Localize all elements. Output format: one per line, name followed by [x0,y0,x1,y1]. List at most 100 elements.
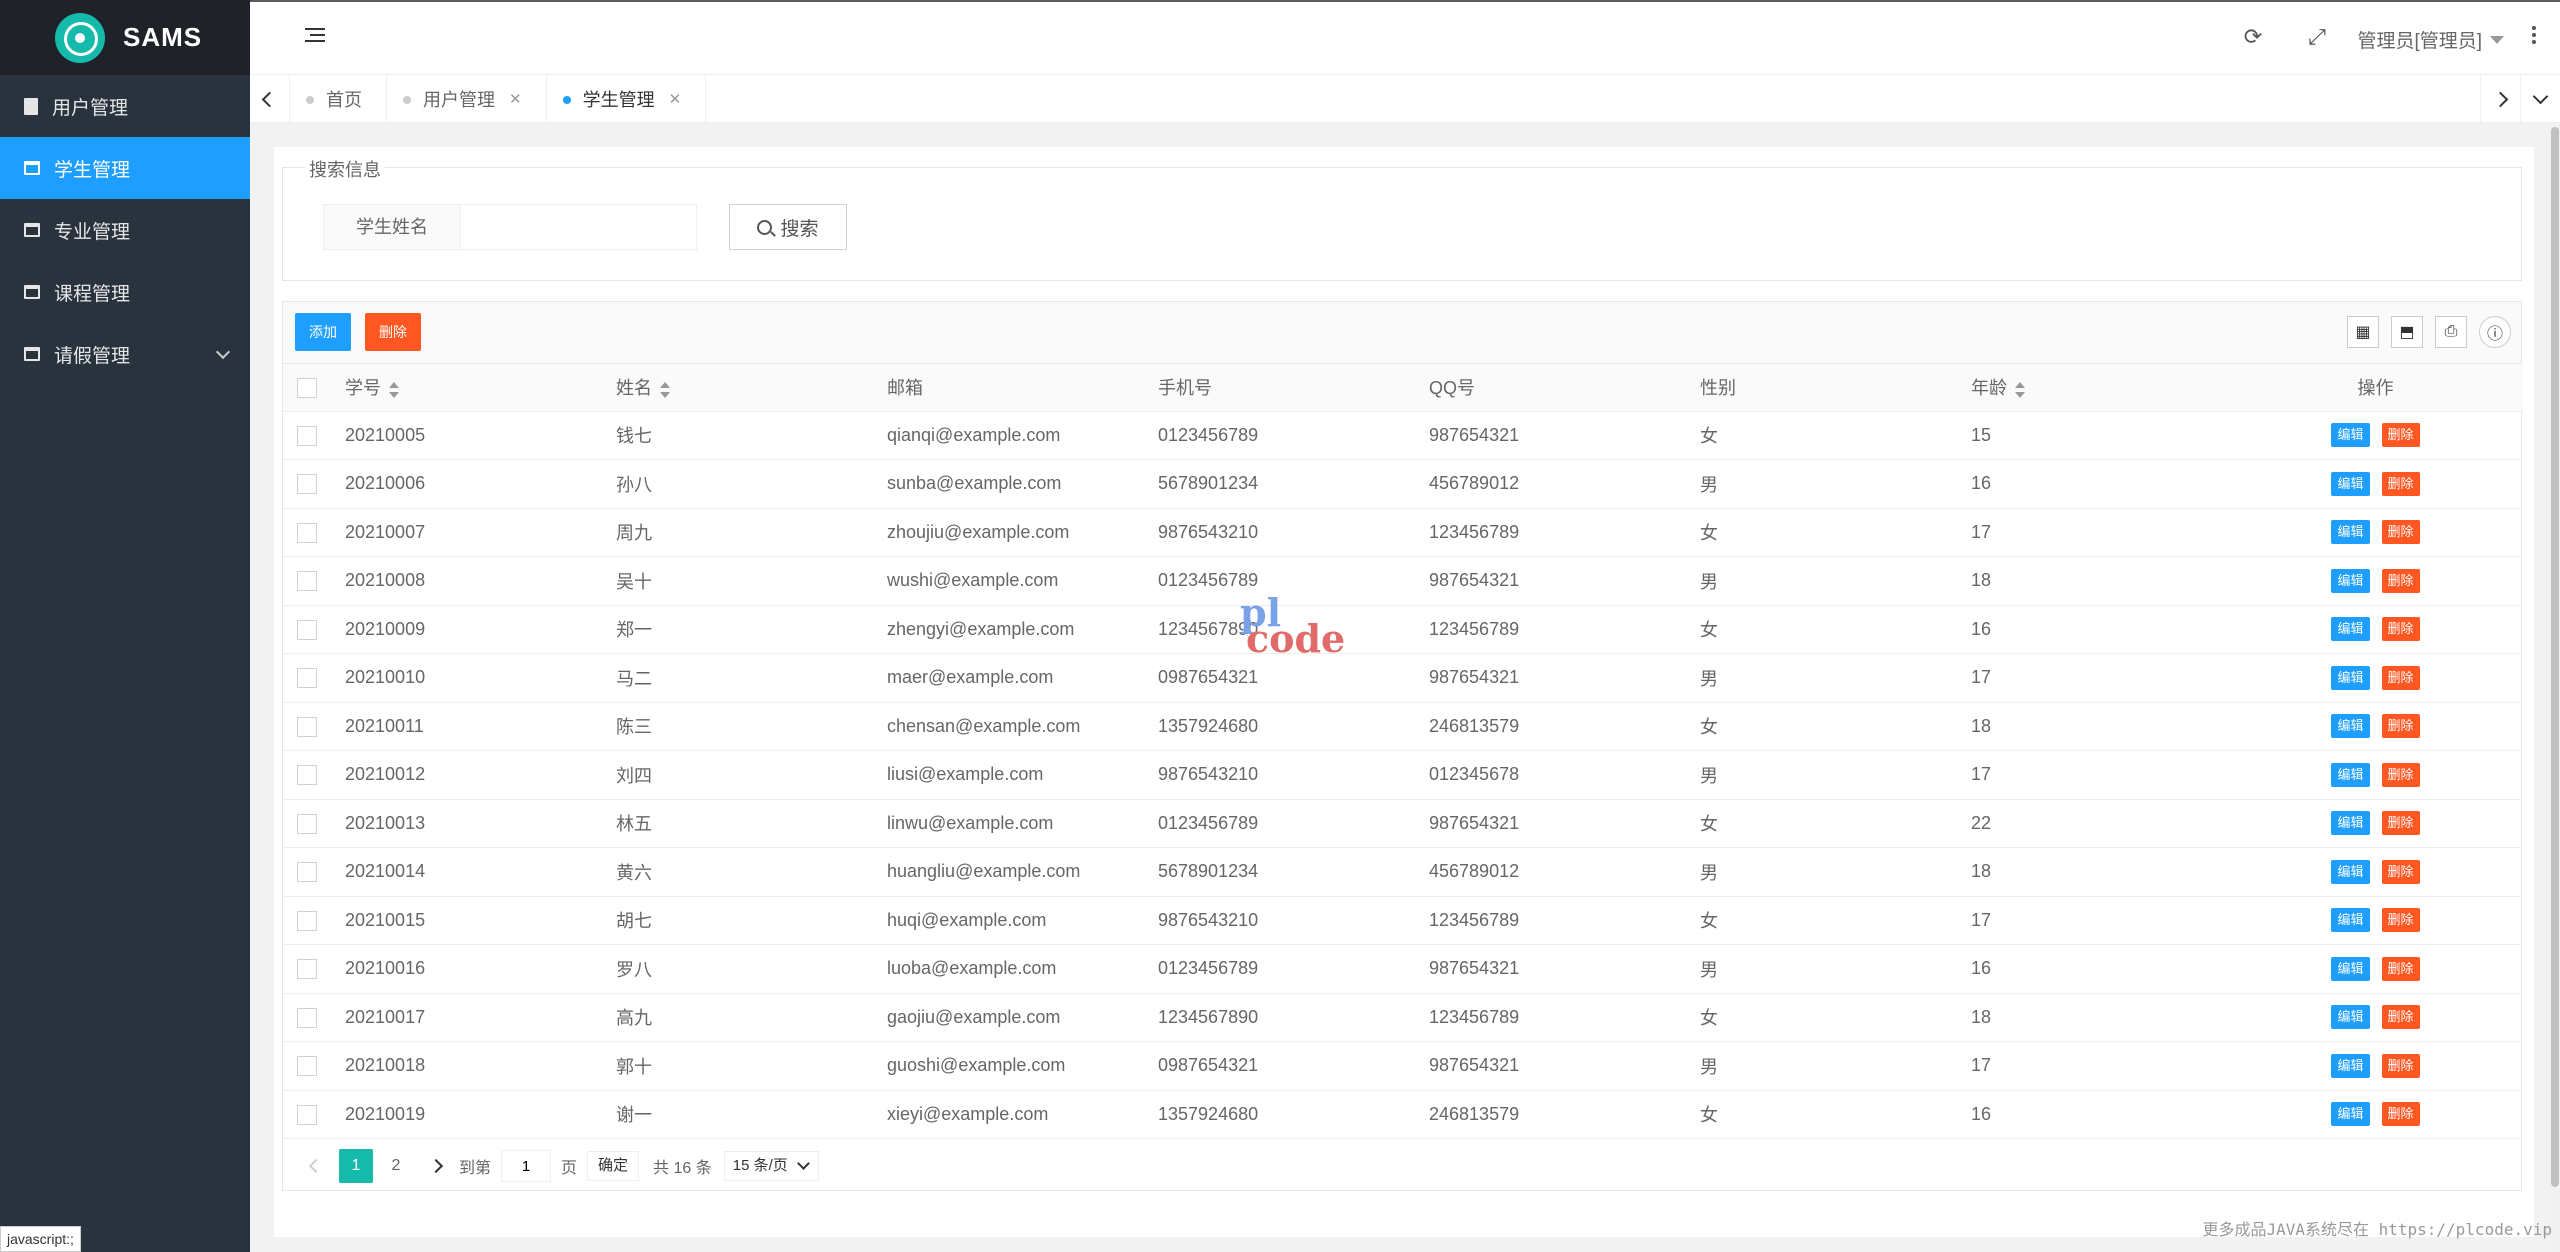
edit-button[interactable]: 编辑 [2331,665,2370,690]
delete-button[interactable]: 删除 [2381,859,2420,884]
cell-email: linwu@example.com [873,799,1144,848]
column-header-id[interactable]: 学号 [331,364,602,412]
row-checkbox[interactable] [297,522,317,543]
page-scrollbar[interactable] [2550,123,2560,1252]
sort-icon[interactable] [2015,381,2025,398]
refresh-icon[interactable]: ⟳ [2242,26,2264,48]
tab-scroll-right[interactable] [2480,75,2520,123]
user-menu[interactable]: 管理员[管理员] [2357,26,2504,53]
cell-name: 胡七 [602,896,873,945]
delete-button[interactable]: 删除 [2381,908,2420,933]
edit-button[interactable]: 编辑 [2331,1053,2370,1078]
page-2-button[interactable]: 2 [379,1149,413,1183]
page-number-input[interactable] [501,1150,552,1182]
edit-button[interactable]: 编辑 [2331,617,2370,642]
menu-toggle-icon[interactable] [305,28,325,46]
tab-users[interactable]: 用户管理 ✕ [387,75,547,123]
row-checkbox[interactable] [297,1056,317,1077]
scrollbar-thumb[interactable] [2551,127,2559,1187]
delete-button[interactable]: 删除 [2381,762,2420,787]
sidebar-item-majors[interactable]: 专业管理 [0,199,250,261]
delete-button[interactable]: 删除 [2381,1005,2420,1030]
columns-filter-icon[interactable]: ▦ [2347,316,2379,348]
batch-delete-button[interactable]: 删除 [365,313,421,351]
edit-button[interactable]: 编辑 [2331,956,2370,981]
delete-button[interactable]: 删除 [2381,617,2420,642]
sort-icon[interactable] [660,381,670,398]
export-icon[interactable]: ⬒ [2391,316,2423,348]
more-vertical-icon[interactable] [2532,26,2538,46]
select-all-checkbox[interactable] [297,377,317,398]
row-checkbox[interactable] [297,862,317,883]
close-icon[interactable]: ✕ [669,90,682,108]
delete-button[interactable]: 删除 [2381,1053,2420,1078]
delete-button[interactable]: 删除 [2381,471,2420,496]
sidebar-item-users[interactable]: 用户管理 [0,75,250,137]
row-checkbox[interactable] [297,910,317,931]
column-header-name[interactable]: 姓名 [602,364,873,412]
sidebar-item-label: 请假管理 [54,345,131,367]
fullscreen-icon[interactable]: ⤢ [2306,26,2328,48]
row-checkbox[interactable] [297,571,317,592]
edit-button[interactable]: 编辑 [2331,762,2370,787]
sort-icon[interactable] [389,381,399,398]
student-name-input[interactable] [461,204,697,250]
delete-button[interactable]: 删除 [2381,956,2420,981]
delete-button[interactable]: 删除 [2381,714,2420,739]
edit-button[interactable]: 编辑 [2331,908,2370,933]
sidebar-item-leave[interactable]: 请假管理 [0,323,250,385]
print-icon[interactable]: ⎙ [2435,316,2467,348]
column-header-age[interactable]: 年龄 [1957,364,2228,412]
sidebar-item-courses[interactable]: 课程管理 [0,261,250,323]
row-checkbox[interactable] [297,474,317,495]
delete-button[interactable]: 删除 [2381,568,2420,593]
info-icon[interactable]: ⓘ [2479,316,2511,348]
delete-button[interactable]: 删除 [2381,665,2420,690]
sidebar-item-students[interactable]: 学生管理 [0,137,250,199]
row-checkbox[interactable] [297,425,317,446]
chevron-right-icon [428,1158,444,1174]
edit-button[interactable]: 编辑 [2331,568,2370,593]
delete-button[interactable]: 删除 [2381,423,2420,448]
tab-students[interactable]: 学生管理 ✕ [547,75,707,123]
edit-button[interactable]: 编辑 [2331,1005,2370,1030]
tab-home[interactable]: 首页 [290,75,387,123]
next-page-button[interactable] [419,1149,453,1183]
row-checkbox[interactable] [297,619,317,640]
row-checkbox[interactable] [297,959,317,980]
close-icon[interactable]: ✕ [509,90,522,108]
edit-button[interactable]: 编辑 [2331,1102,2370,1127]
edit-button[interactable]: 编辑 [2331,520,2370,545]
search-button[interactable]: 搜索 [729,204,847,250]
edit-button[interactable]: 编辑 [2331,423,2370,448]
cell-email: zhengyi@example.com [873,605,1144,654]
search-panel: 搜索信息 学生姓名 搜索 [282,156,2522,281]
tab-scroll-left[interactable] [250,75,290,123]
delete-button[interactable]: 删除 [2381,811,2420,836]
delete-button[interactable]: 删除 [2381,1102,2420,1127]
row-checkbox[interactable] [297,765,317,786]
page-1-button[interactable]: 1 [339,1149,373,1183]
page-confirm-button[interactable]: 确定 [587,1151,640,1181]
page-size-select[interactable]: 15 条/页 [723,1151,819,1181]
cell-student-id: 20210013 [331,799,602,848]
row-checkbox[interactable] [297,1104,317,1125]
cell-actions: 编辑 删除 [2228,508,2523,557]
row-checkbox[interactable] [297,716,317,737]
logo[interactable]: SAMS [0,0,250,75]
row-checkbox[interactable] [297,813,317,834]
row-checkbox[interactable] [297,1007,317,1028]
prev-page-button[interactable] [299,1149,333,1183]
delete-button[interactable]: 删除 [2381,520,2420,545]
tab-label: 用户管理 [423,90,495,110]
edit-button[interactable]: 编辑 [2331,811,2370,836]
cell-age: 18 [1957,702,2228,751]
row-checkbox[interactable] [297,668,317,689]
edit-button[interactable]: 编辑 [2331,859,2370,884]
tab-menu-dropdown[interactable] [2520,75,2560,123]
edit-button[interactable]: 编辑 [2331,714,2370,739]
status-bar-url: javascript:; [0,1226,81,1252]
add-button[interactable]: 添加 [295,313,351,351]
cell-email: huangliu@example.com [873,847,1144,897]
edit-button[interactable]: 编辑 [2331,471,2370,496]
